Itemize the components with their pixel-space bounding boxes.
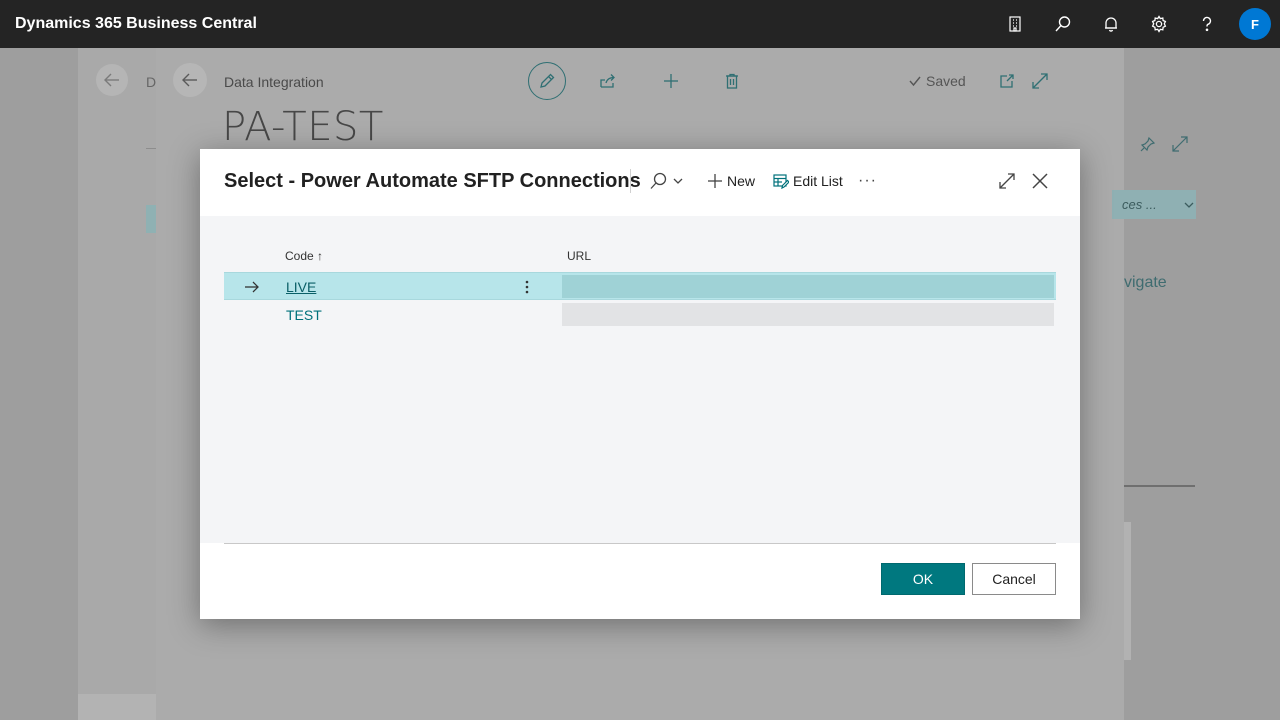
- user-avatar[interactable]: F: [1239, 8, 1271, 40]
- chevron-down-icon: [673, 178, 683, 184]
- chevron-down-icon: [1184, 202, 1194, 208]
- edit-list-label: Edit List: [793, 173, 843, 189]
- lookup-dialog: Select - Power Automate SFTP Connections…: [200, 149, 1080, 619]
- more-options-button[interactable]: ···: [858, 169, 877, 193]
- row-indicator-arrow-icon: [245, 281, 259, 293]
- back-arrow-icon: [96, 64, 128, 96]
- expand-icon: [1030, 71, 1050, 91]
- open-new-window-icon: [997, 71, 1017, 91]
- app-title[interactable]: Dynamics 365 Business Central: [15, 15, 257, 33]
- expand-icon: [1171, 135, 1189, 153]
- edit-list-icon: [773, 174, 789, 189]
- new-button[interactable]: New: [707, 169, 755, 193]
- close-dialog-button[interactable]: [1030, 169, 1050, 193]
- expand-icon: [999, 173, 1015, 189]
- edit-list-button[interactable]: Edit List: [773, 169, 843, 193]
- saved-status: Saved: [908, 73, 966, 89]
- app-bar: Dynamics 365 Business Central F: [0, 0, 1280, 48]
- background-tab: [146, 205, 156, 233]
- column-header-code[interactable]: Code ↑: [285, 249, 323, 263]
- search-button[interactable]: [648, 169, 684, 193]
- background-divider: [1124, 485, 1195, 487]
- row-actions-icon[interactable]: [518, 277, 536, 297]
- search-icon[interactable]: [1039, 0, 1087, 48]
- breadcrumb: Data Integration: [224, 74, 324, 90]
- edit-pencil-icon: [528, 62, 566, 100]
- app-bar-icons: F: [991, 0, 1280, 48]
- row-url-cell[interactable]: [562, 303, 1054, 326]
- background-crumb-letter: D: [146, 74, 157, 90]
- back-arrow-icon: [173, 63, 207, 97]
- delete-icon: [722, 71, 742, 91]
- expand-dialog-button[interactable]: [998, 169, 1016, 193]
- company-icon[interactable]: [991, 0, 1039, 48]
- background-divider: [146, 148, 156, 149]
- bell-icon[interactable]: [1087, 0, 1135, 48]
- gear-icon[interactable]: [1135, 0, 1183, 48]
- add-icon: [661, 71, 681, 91]
- new-button-label: New: [727, 173, 756, 189]
- row-url-cell[interactable]: [562, 275, 1054, 298]
- close-icon: [1032, 173, 1048, 189]
- row-code-link[interactable]: LIVE: [286, 279, 316, 295]
- share-icon: [598, 71, 618, 91]
- cancel-button[interactable]: Cancel: [972, 563, 1056, 595]
- background-link-text: vigate: [1124, 274, 1167, 291]
- background-pill-label: ces ...: [1122, 197, 1157, 212]
- column-header-code-label: Code: [285, 249, 314, 263]
- header-separator: [630, 169, 631, 193]
- sort-ascending-icon: ↑: [317, 249, 324, 263]
- search-icon: [650, 172, 667, 189]
- dialog-body: [200, 216, 1080, 543]
- saved-label: Saved: [926, 73, 966, 89]
- page-title: PA-TEST: [222, 104, 384, 150]
- table-row[interactable]: LIVE: [224, 272, 1056, 300]
- dialog-title: Select - Power Automate SFTP Connections: [224, 170, 641, 192]
- background-box: [1124, 522, 1131, 660]
- footer-divider: [224, 543, 1056, 544]
- plus-icon: [708, 174, 722, 188]
- row-code-link[interactable]: TEST: [286, 307, 322, 323]
- table-row[interactable]: TEST: [224, 301, 1056, 329]
- column-header-url[interactable]: URL: [567, 249, 591, 263]
- ellipsis-icon: ···: [858, 172, 877, 189]
- dialog-header: Select - Power Automate SFTP Connections…: [200, 149, 1080, 216]
- background-pill: ces ...: [1112, 190, 1196, 219]
- checkmark-icon: [909, 76, 921, 87]
- pin-icon: [1139, 135, 1157, 153]
- help-icon[interactable]: [1183, 0, 1231, 48]
- ok-button[interactable]: OK: [881, 563, 965, 595]
